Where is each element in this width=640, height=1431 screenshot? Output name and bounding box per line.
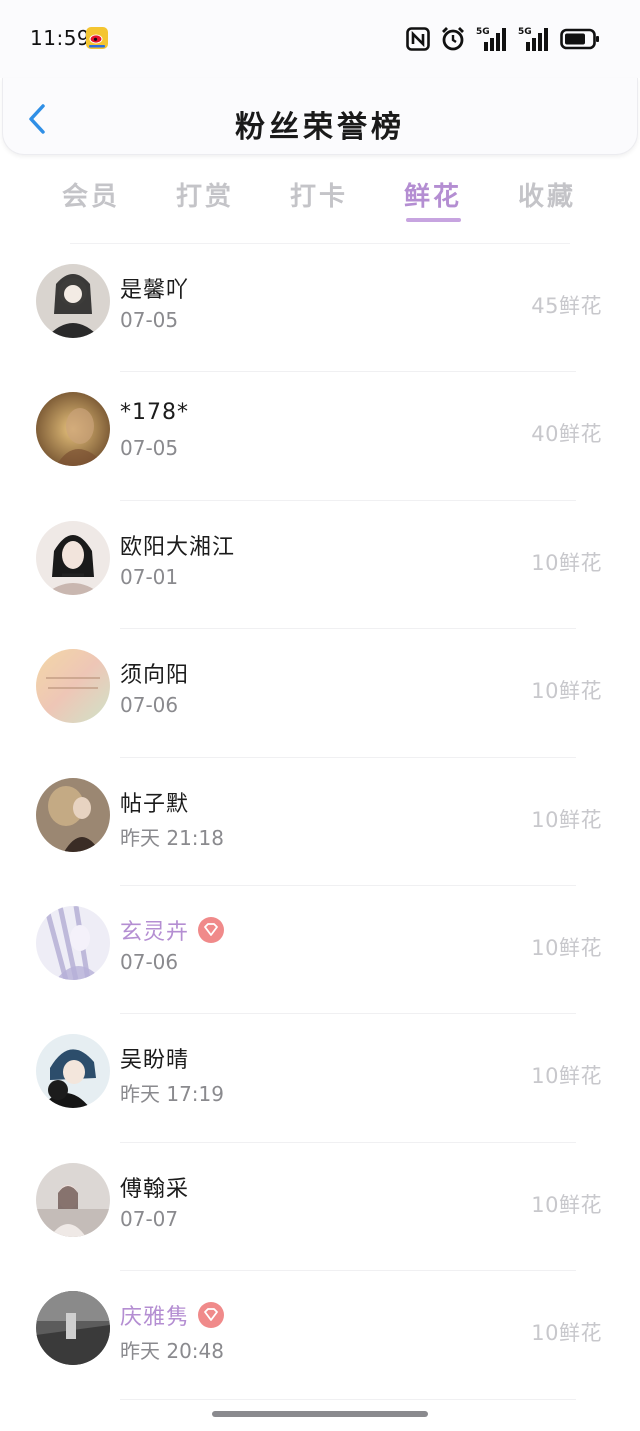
- flower-count: 10鲜花: [531, 679, 602, 704]
- flower-count: 10鲜花: [531, 1321, 602, 1346]
- tab-checkin[interactable]: 打卡: [274, 176, 364, 213]
- user-name: 帖子默: [120, 791, 190, 817]
- tab-tips[interactable]: 打赏: [160, 176, 250, 213]
- flower-count: 10鲜花: [531, 1192, 602, 1217]
- user-name: 庆雅隽: [120, 1305, 190, 1331]
- flower-count: 40鲜花: [531, 422, 602, 447]
- signal-5g-icon: 5G: [518, 27, 548, 51]
- user-name: 须向阳: [120, 663, 190, 689]
- vip-diamond-icon: [198, 1302, 225, 1329]
- avatar[interactable]: [36, 392, 110, 467]
- list-item[interactable]: 须向阳 07-06 10鲜花: [0, 629, 640, 758]
- date: 昨天 21:18: [120, 825, 224, 850]
- alarm-icon: [442, 27, 464, 51]
- avatar[interactable]: [36, 649, 110, 724]
- flower-count: 10鲜花: [531, 935, 602, 960]
- user-name: *178*: [120, 400, 189, 426]
- flower-count: 45鲜花: [531, 294, 602, 318]
- user-name: 傅翰采: [120, 1176, 190, 1202]
- list-item[interactable]: *178* 07-05 40鲜花: [0, 372, 640, 501]
- user-name: 吴盼晴: [120, 1048, 190, 1074]
- avatar[interactable]: [36, 264, 110, 338]
- tab-flowers[interactable]: 鲜花: [388, 176, 478, 213]
- avatar[interactable]: [36, 1162, 110, 1237]
- status-time: 11:59: [30, 26, 91, 50]
- user-name: 玄灵卉: [120, 919, 190, 945]
- date: 昨天 17:19: [120, 1082, 224, 1107]
- user-name: 是馨吖: [120, 278, 190, 303]
- status-bar: 11:59 5G 5G: [0, 0, 640, 78]
- status-icons: 5G 5G: [406, 24, 600, 54]
- tab-membership[interactable]: 会员: [46, 176, 136, 213]
- avatar[interactable]: [36, 520, 110, 595]
- avatar[interactable]: [36, 1034, 110, 1109]
- home-indicator[interactable]: [212, 1411, 428, 1417]
- nfc-icon: [406, 27, 430, 51]
- flower-count: 10鲜花: [531, 550, 602, 575]
- signal-5g-icon: 5G: [476, 27, 506, 51]
- battery-icon: [560, 28, 599, 50]
- date: 07-07: [120, 1206, 179, 1231]
- list-item[interactable]: 玄灵卉 07-06 10鲜花: [0, 886, 640, 1015]
- avatar[interactable]: [36, 905, 110, 980]
- date: 07-01: [120, 564, 179, 589]
- list-item[interactable]: 是馨吖 07-05 45鲜花: [0, 244, 640, 373]
- list-item[interactable]: 吴盼晴 昨天 17:19 10鲜花: [0, 1014, 640, 1143]
- date: 07-05: [120, 308, 179, 332]
- user-name: 欧阳大湘江: [120, 534, 236, 560]
- avatar[interactable]: [36, 1291, 110, 1366]
- list-item[interactable]: 欧阳大湘江 07-01 10鲜花: [0, 501, 640, 630]
- tab-favorites[interactable]: 收藏: [502, 176, 592, 213]
- flower-count: 10鲜花: [531, 1064, 602, 1089]
- date: 07-06: [120, 949, 179, 974]
- weibo-app-icon: [86, 27, 108, 49]
- active-tab-indicator: [406, 218, 461, 222]
- svg-text:5G: 5G: [518, 27, 532, 37]
- tab-bar: 会员 打赏 打卡 鲜花 收藏: [0, 170, 640, 226]
- svg-text:5G: 5G: [476, 27, 490, 37]
- divider: [120, 1398, 576, 1400]
- avatar[interactable]: [36, 777, 110, 852]
- list-item[interactable]: 傅翰采 07-07 10鲜花: [0, 1143, 640, 1272]
- date: 07-05: [120, 436, 179, 461]
- fan-list: 是馨吖 07-05 45鲜花 *178* 07-05 40鲜花 欧阳大湘江 07…: [0, 244, 640, 1400]
- list-item[interactable]: 帖子默 昨天 21:18 10鲜花: [0, 758, 640, 886]
- list-item[interactable]: 庆雅隽 昨天 20:48 10鲜花: [0, 1271, 640, 1400]
- vip-diamond-icon: [198, 916, 225, 943]
- date: 07-06: [120, 693, 179, 718]
- date: 昨天 20:48: [120, 1339, 224, 1364]
- page-title: 粉丝荣誉榜: [235, 110, 405, 145]
- page-header: 粉丝荣誉榜: [2, 78, 638, 155]
- flower-count: 10鲜花: [531, 807, 602, 832]
